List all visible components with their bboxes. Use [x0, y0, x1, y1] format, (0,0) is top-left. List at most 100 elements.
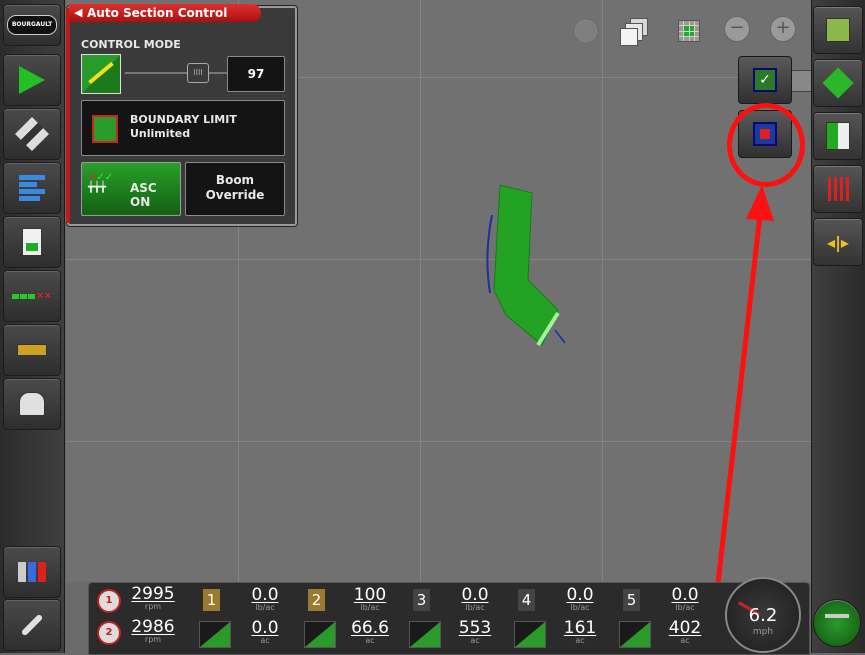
product-1-rate-unit: lb/ac [255, 603, 275, 612]
product-2-area-value: 66.6 [351, 618, 389, 638]
status-bar: 1 2995 rpm 2 2986 rpm 1 0.0 lb/ac 0.0 ac 2… [88, 577, 810, 655]
engine2-gauge-icon: 2 [97, 621, 121, 645]
settings-button[interactable] [3, 599, 61, 651]
zoom-out-icon[interactable]: − [724, 16, 750, 42]
product-1-rate-value: 0.0 [251, 585, 279, 605]
panel-accent-strip [66, 8, 70, 223]
bourgault-logo-button[interactable]: BOURGAULT [3, 4, 61, 46]
product-2-area-unit: ac [365, 636, 375, 645]
map-edit-icon [826, 18, 850, 42]
product-1-ramp-icon [199, 621, 231, 648]
product-4-area: 161 ac [552, 620, 608, 645]
section-status-button[interactable]: ×× [3, 270, 61, 322]
auto-record-button[interactable]: ✓ [738, 56, 792, 104]
master-switch-button[interactable] [813, 599, 861, 647]
satellite-icon [15, 117, 49, 151]
section-bars-icon [19, 173, 45, 203]
product-3-area-unit: ac [470, 636, 480, 645]
tank-vehicle-icon [19, 392, 45, 416]
product-4[interactable]: 4 0.0 lb/ac 161 ac [512, 583, 610, 653]
product-3[interactable]: 3 0.0 lb/ac 553 ac [407, 583, 505, 653]
product-5-area-unit: ac [680, 636, 690, 645]
map-view-button[interactable] [813, 6, 863, 54]
gps-button[interactable] [3, 108, 61, 160]
product-5-rate-value: 0.0 [671, 585, 699, 605]
section-status-icon: ×× [12, 291, 52, 301]
engine2-rpm-value: 2986 [131, 617, 175, 637]
product-5-area: 402 ac [657, 620, 713, 645]
speedometer: 6.2 mph [725, 577, 801, 653]
tank-button[interactable] [3, 378, 61, 430]
product-5-badge: 5 [623, 589, 640, 611]
chevron-left-icon: ◀ [74, 6, 83, 19]
grid-map-icon[interactable] [678, 20, 700, 42]
boom-override-label-line2: Override [205, 188, 265, 202]
product-3-area: 553 ac [447, 620, 503, 645]
boundary-limit-label: BOUNDARY LIMIT [130, 113, 237, 126]
guidance-button[interactable] [3, 54, 61, 106]
nozzle-sections-icon: ×✓✓ ╈╈╈ [88, 172, 114, 193]
control-mode-icon[interactable] [81, 54, 121, 94]
boundary-button[interactable] [813, 112, 863, 160]
layers-icon[interactable] [620, 18, 648, 46]
asc-on-label: ASC ON [130, 181, 157, 209]
product-2-area: 66.6 ac [342, 620, 398, 645]
annotation-circle [727, 103, 805, 187]
bins-icon [18, 562, 46, 582]
report-button[interactable] [3, 216, 61, 268]
product-1-area-unit: ac [260, 636, 270, 645]
product-5-ramp-icon [619, 621, 651, 648]
left-toolbar: BOURGAULT ×× [0, 0, 65, 653]
implement-button[interactable] [3, 324, 61, 376]
product-2-rate-value: 100 [353, 585, 387, 605]
product-5[interactable]: 5 0.0 lb/ac 402 ac [617, 583, 715, 653]
product-4-rate-value: 0.0 [566, 585, 594, 605]
shift-line-button[interactable]: ◂|▸ [813, 218, 863, 266]
control-mode-label: CONTROL MODE [81, 38, 181, 51]
product-2[interactable]: 2 100 lb/ac 66.6 ac [302, 583, 400, 653]
product-2-rate: 100 lb/ac [342, 587, 398, 612]
product-1-area: 0.0 ac [237, 620, 293, 645]
control-mode-value[interactable]: 97 [227, 56, 285, 92]
engine1-rpm-value: 2995 [131, 584, 175, 604]
zoom-in-icon[interactable]: + [770, 16, 796, 42]
boundary-limit-value: Unlimited [130, 127, 191, 140]
product-4-ramp-icon [514, 621, 546, 648]
asc-on-toggle[interactable]: ×✓✓ ╈╈╈ ASC ON [81, 162, 181, 216]
product-3-rate-value: 0.0 [461, 585, 489, 605]
product-1-rate: 0.0 lb/ac [237, 587, 293, 612]
guidance-arrow-icon [19, 66, 45, 94]
product-4-rate: 0.0 lb/ac [552, 587, 608, 612]
field-shape-icon [822, 67, 854, 99]
product-2-ramp-icon [304, 621, 336, 648]
target-icon[interactable] [575, 20, 597, 42]
asc-panel-header[interactable]: ◀ Auto Section Control [69, 4, 261, 22]
boom-override-button[interactable]: Boom Override [185, 162, 285, 216]
bins-button[interactable] [3, 546, 61, 598]
sprayer-icon [825, 614, 849, 632]
boundary-limit-button[interactable]: BOUNDARY LIMIT Unlimited [81, 100, 285, 156]
engine2-rpm: 2986 rpm [129, 619, 177, 644]
engine2-rpm-unit: rpm [144, 635, 162, 644]
product-1-badge: 1 [203, 589, 220, 611]
slider-thumb[interactable]: IIII [187, 63, 209, 83]
engine1-gauge-icon: 1 [97, 589, 121, 613]
product-3-area-value: 553 [458, 618, 492, 638]
product-4-area-value: 161 [563, 618, 597, 638]
product-4-rate-unit: lb/ac [570, 603, 590, 612]
sections-button[interactable] [3, 162, 61, 214]
engine1-rpm-unit: rpm [144, 602, 162, 611]
product-3-ramp-icon [409, 621, 441, 648]
product-5-area-value: 402 [668, 618, 702, 638]
implement-bar-icon [17, 344, 47, 356]
engine1-rpm: 2995 rpm [129, 586, 177, 611]
asc-panel: ◀ Auto Section Control CONTROL MODE IIII… [66, 4, 297, 226]
guidance-lines-button[interactable] [813, 165, 863, 213]
product-1[interactable]: 1 0.0 lb/ac 0.0 ac [197, 583, 295, 653]
field-button[interactable] [813, 59, 863, 107]
boundary-icon [826, 122, 850, 150]
speed-unit: mph [752, 627, 774, 637]
product-2-badge: 2 [308, 589, 325, 611]
wrench-icon [20, 613, 44, 637]
product-4-area-unit: ac [575, 636, 585, 645]
